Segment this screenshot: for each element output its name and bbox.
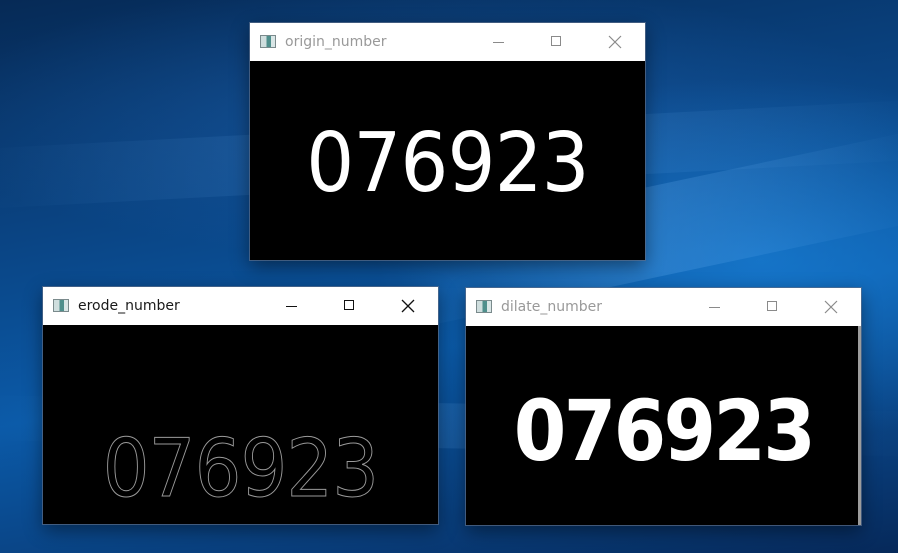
window-erode-number[interactable]: erode_number 076923 bbox=[43, 287, 438, 524]
app-window-icon bbox=[476, 300, 492, 313]
image-canvas: 076923 bbox=[250, 61, 645, 260]
image-canvas: 076923 bbox=[43, 325, 438, 524]
number-image-text: 076923 bbox=[513, 382, 816, 480]
minimize-icon[interactable] bbox=[470, 23, 528, 61]
number-image-text: 076923 bbox=[102, 422, 379, 515]
maximize-icon[interactable] bbox=[528, 23, 586, 61]
image-canvas: 076923 bbox=[466, 326, 861, 525]
minimize-icon[interactable] bbox=[263, 287, 321, 325]
titlebar[interactable]: erode_number bbox=[43, 287, 438, 325]
app-window-icon bbox=[260, 35, 276, 48]
maximize-icon[interactable] bbox=[744, 288, 802, 326]
app-window-icon bbox=[53, 299, 69, 312]
close-icon[interactable] bbox=[586, 23, 644, 61]
close-icon[interactable] bbox=[802, 288, 860, 326]
minimize-icon[interactable] bbox=[686, 288, 744, 326]
titlebar[interactable]: dilate_number bbox=[466, 288, 861, 326]
window-title: erode_number bbox=[78, 298, 180, 314]
maximize-icon[interactable] bbox=[321, 287, 379, 325]
number-image-text: 076923 bbox=[306, 116, 589, 211]
window-title: origin_number bbox=[285, 34, 387, 50]
window-title: dilate_number bbox=[501, 299, 602, 315]
titlebar[interactable]: origin_number bbox=[250, 23, 645, 61]
window-origin-number[interactable]: origin_number 076923 bbox=[250, 23, 645, 260]
desktop-background: origin_number 076923 erode_number 076923 bbox=[0, 0, 898, 553]
close-icon[interactable] bbox=[379, 287, 437, 325]
window-border bbox=[858, 326, 861, 525]
window-dilate-number[interactable]: dilate_number 076923 bbox=[466, 288, 861, 525]
